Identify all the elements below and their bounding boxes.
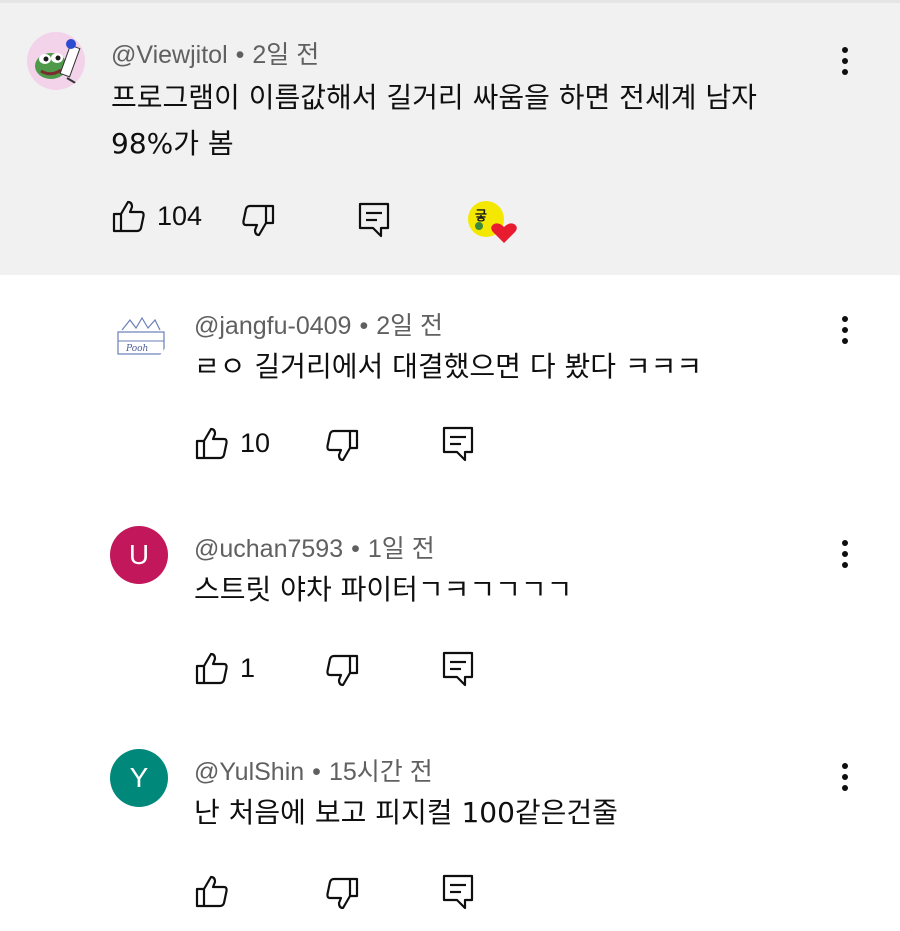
reply-button[interactable] <box>441 425 475 463</box>
reply-button[interactable] <box>357 201 391 239</box>
thumbs-down-icon <box>242 204 275 237</box>
thumbs-up-icon <box>195 427 228 460</box>
comment-text: 프로그램이 이름값해서 길거리 싸움을 하면 전세계 남자 98%가 봄 <box>111 75 757 167</box>
separator-dot: • <box>312 758 321 786</box>
like-button[interactable]: 10 <box>194 425 270 461</box>
comment-time[interactable]: 2일 전 <box>252 41 319 69</box>
avatar[interactable]: Pooh <box>110 306 168 364</box>
more-options-button[interactable] <box>830 534 860 574</box>
thumbs-down-icon <box>326 877 359 910</box>
avatar[interactable]: U <box>110 526 168 584</box>
more-options-button[interactable] <box>830 310 860 350</box>
reply-comment: U @uchan7593 • 1일 전 스트릿 야차 파이터ㄱㅋㄱㄱㄱㄱ 1 <box>0 505 900 725</box>
frog-character-avatar-icon <box>27 32 85 90</box>
thumbs-down-icon <box>326 429 359 462</box>
reply-button[interactable] <box>441 650 475 688</box>
comment-text: 스트릿 야차 파이터ㄱㅋㄱㄱㄱㄱ <box>194 573 573 606</box>
comment-meta: @YulShin • 15시간 전 <box>194 752 433 788</box>
dislike-button[interactable] <box>324 428 360 464</box>
comment-text-line: 프로그램이 이름값해서 길거리 싸움을 하면 전세계 남자 <box>111 81 757 114</box>
avatar-letter: Y <box>129 762 149 793</box>
thumbs-up-icon <box>112 200 145 233</box>
comment-meta: @Viewjitol • 2일 전 <box>111 35 319 71</box>
like-count: 104 <box>157 200 203 231</box>
avatar[interactable] <box>27 32 85 90</box>
comment-text: 난 처음에 보고 피지컬 100같은건줄 <box>194 796 618 829</box>
dislike-button[interactable] <box>240 203 276 239</box>
thumbs-up-icon <box>195 652 228 685</box>
comment-meta: @jangfu-0409 • 2일 전 <box>194 306 443 342</box>
reply-comment-icon <box>442 651 474 687</box>
comment-meta: @uchan7593 • 1일 전 <box>194 529 435 565</box>
reply-button[interactable] <box>441 873 475 911</box>
separator-dot: • <box>351 535 360 563</box>
dislike-button[interactable] <box>324 876 360 912</box>
author-name[interactable]: @YulShin <box>194 758 304 786</box>
like-count: 1 <box>240 652 256 683</box>
comment-time[interactable]: 15시간 전 <box>329 758 433 786</box>
like-button[interactable] <box>194 873 230 909</box>
reply-comment-icon <box>358 202 390 238</box>
svg-text:긓: 긓 <box>475 209 487 224</box>
avatar-letter: U <box>128 539 150 570</box>
like-count: 10 <box>240 427 271 458</box>
highlighted-comment: @Viewjitol • 2일 전 프로그램이 이름값해서 길거리 싸움을 하면 전… <box>0 3 900 275</box>
comment-text: ㄹㅇ 길거리에서 대결했으면 다 봤다 ㅋㅋㅋ <box>194 350 703 383</box>
comment-time[interactable]: 1일 전 <box>368 535 435 563</box>
comment-time[interactable]: 2일 전 <box>376 312 443 340</box>
author-name[interactable]: @jangfu-0409 <box>194 312 351 340</box>
author-name[interactable]: @uchan7593 <box>194 535 343 563</box>
more-options-button[interactable] <box>830 41 860 81</box>
thumbs-down-icon <box>326 654 359 687</box>
avatar[interactable]: Y <box>110 749 168 807</box>
more-options-button[interactable] <box>830 757 860 797</box>
author-name[interactable]: @Viewjitol <box>111 41 228 69</box>
dislike-button[interactable] <box>324 653 360 689</box>
like-button[interactable]: 104 <box>111 198 202 234</box>
reply-comment-icon <box>442 874 474 910</box>
creator-heart-badge: 긓 <box>466 199 520 243</box>
reply-comment-icon <box>442 426 474 462</box>
reply-comment: Pooh @jangfu-0409 • 2일 전 ㄹㅇ 길거리에서 대결했으면 다 … <box>0 280 900 500</box>
comment-text-line: 98%가 봄 <box>111 127 234 160</box>
pooh-sketch-avatar-icon: Pooh <box>117 316 165 355</box>
like-button[interactable]: 1 <box>194 650 255 686</box>
reply-comment: Y @YulShin • 15시간 전 난 처음에 보고 피지컬 100같은건줄 <box>0 729 900 931</box>
thumbs-up-icon <box>195 875 228 908</box>
creator-heart-icon: 긓 <box>468 201 517 243</box>
separator-dot: • <box>359 312 369 340</box>
separator-dot: • <box>235 41 245 69</box>
avatar-label: Pooh <box>125 344 148 354</box>
